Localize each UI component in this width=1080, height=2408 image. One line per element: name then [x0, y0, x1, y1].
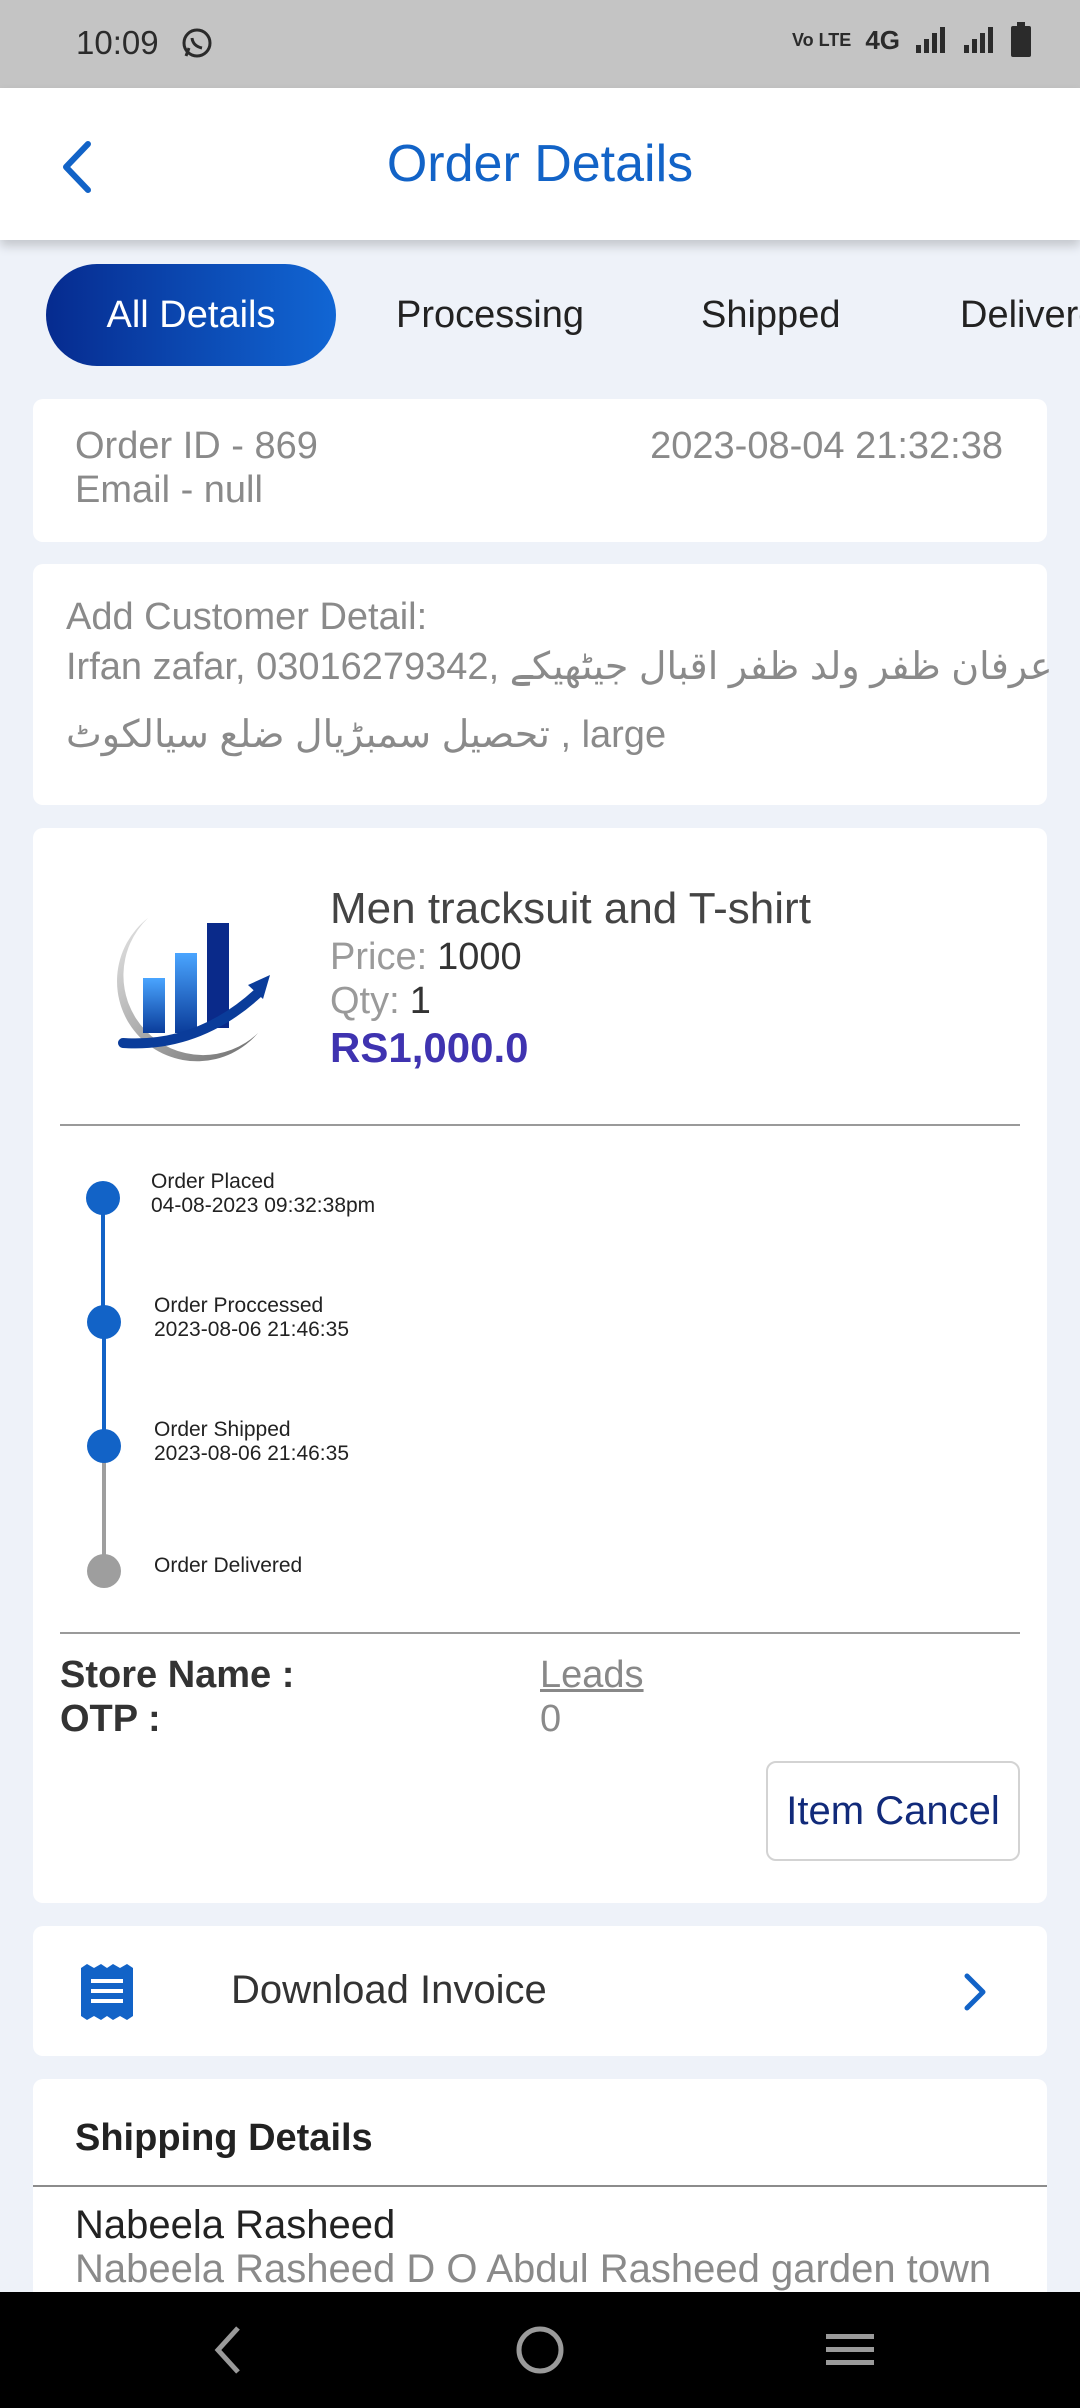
system-nav-bar [0, 2292, 1080, 2408]
shipping-heading: Shipping Details [75, 2117, 373, 2159]
signal-icon-2 [964, 27, 993, 53]
item-cancel-button[interactable]: Item Cancel [766, 1761, 1020, 1861]
product-name: Men tracksuit and T-shirt [330, 884, 811, 933]
status-icons: Vo LTE 4G [792, 22, 1032, 58]
timeline-title: Order Proccessed [154, 1294, 324, 1317]
status-tabs: All Details Processing Shipped Delivered [0, 260, 1080, 370]
status-time: 10:09 [76, 24, 159, 61]
customer-line-2: تحصیل سمبڑیال ضلع سیالکوٹ , large [66, 714, 667, 756]
network-type: 4G [865, 24, 900, 55]
timeline-step-delivered: Order Delivered [154, 1554, 302, 1578]
app-bar: Order Details [0, 88, 1080, 240]
timeline-dot-delivered [87, 1554, 121, 1588]
timeline-title: Order Delivered [154, 1554, 303, 1577]
price-value: 1000 [437, 936, 522, 978]
chevron-right-icon [964, 1973, 986, 2011]
timeline-step-shipped: Order Shipped 2023-08-06 21:46:35 [154, 1418, 349, 1466]
timeline-date: 2023-08-06 21:46:35 [154, 1442, 349, 1465]
order-info-card: Order ID - 869 Email - null 2023-08-04 2… [33, 399, 1047, 542]
timeline-date: 2023-08-06 21:46:35 [154, 1318, 349, 1341]
product-price: Price: 1000 [330, 936, 522, 979]
download-invoice-row[interactable]: Download Invoice [33, 1926, 1047, 2056]
shipping-address: Nabeela Rasheed D O Abdul Rasheed garden… [75, 2247, 992, 2291]
customer-line-1: Irfan zafar, 03016279342, عرفان ظفر ولد … [66, 646, 1053, 688]
tab-processing[interactable]: Processing [396, 264, 584, 366]
qty-value: 1 [409, 980, 431, 1022]
store-name-link[interactable]: Leads [540, 1654, 644, 1697]
whatsapp-icon [182, 28, 212, 58]
signal-icon [916, 27, 945, 53]
volte-icon: Vo LTE [791, 29, 852, 50]
timeline-step-placed: Order Placed 04-08-2023 09:32:38pm [151, 1170, 375, 1218]
order-email: Email - null [75, 469, 263, 511]
otp-value: 0 [540, 1698, 562, 1740]
timeline-step-processed: Order Proccessed 2023-08-06 21:46:35 [154, 1294, 349, 1342]
customer-detail-card: Add Customer Detail: Irfan zafar, 030162… [33, 564, 1053, 805]
order-item-card: Men tracksuit and T-shirt Price: 1000 Qty… [33, 828, 1047, 1903]
timeline-title: Order Placed [151, 1170, 275, 1193]
order-id: Order ID - 869 [75, 425, 318, 467]
price-label: Price: [330, 936, 428, 978]
timeline-dot-placed [86, 1181, 120, 1215]
nav-home-icon[interactable] [514, 2322, 566, 2378]
status-bar: 10:09 Vo LTE 4G [0, 0, 1080, 88]
divider [60, 1124, 1020, 1126]
tab-delivered[interactable]: Delivered [960, 264, 1080, 366]
store-name-label: Store Name : [60, 1654, 295, 1696]
nav-back-icon[interactable] [208, 2322, 248, 2378]
divider [60, 1632, 1020, 1634]
tab-all-details[interactable]: All Details [46, 264, 336, 366]
download-invoice-label: Download Invoice [231, 1968, 547, 2012]
timeline-title: Order Shipped [154, 1418, 291, 1441]
order-datetime: 2023-08-04 21:32:38 [650, 425, 1003, 467]
shipping-name: Nabeela Rasheed [75, 2203, 396, 2247]
divider [33, 2185, 1047, 2187]
otp-label: OTP : [60, 1698, 161, 1740]
store-logo [117, 918, 270, 1062]
customer-heading: Add Customer Detail: [66, 596, 428, 638]
product-qty: Qty: 1 [330, 980, 431, 1023]
product-total: RS1,000.0 [330, 1024, 529, 1071]
page-title: Order Details [386, 135, 694, 193]
battery-icon [1011, 22, 1031, 57]
qty-label: Qty: [330, 980, 400, 1022]
tab-shipped[interactable]: Shipped [701, 264, 840, 366]
timeline-dot-processed [87, 1305, 121, 1339]
timeline-date: 04-08-2023 09:32:38pm [151, 1194, 376, 1217]
invoice-icon [81, 1964, 133, 2020]
nav-menu-icon[interactable] [824, 2322, 876, 2378]
shipping-details-card: Shipping Details Nabeela Rasheed Nabeela… [33, 2079, 1047, 2319]
timeline-dot-shipped [87, 1429, 121, 1463]
